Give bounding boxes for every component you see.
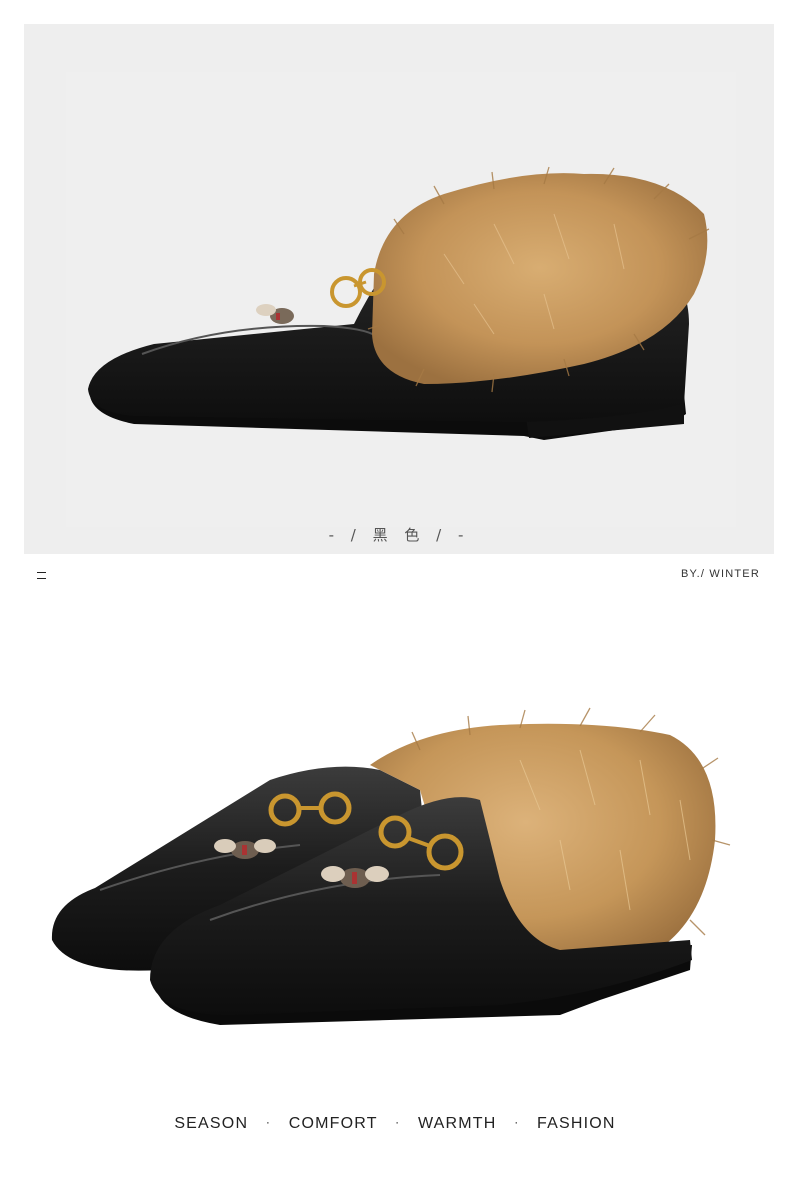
loafer-side-image [88, 166, 710, 440]
loafer-pair-image [51, 707, 731, 1025]
tagline-comfort: COMFORT [288, 1115, 378, 1132]
separator-dot: · [395, 1115, 401, 1129]
tagline: SEASON · COMFORT · WARMTH · FASHION [0, 1115, 790, 1133]
tagline-fashion: FASHION [537, 1115, 616, 1132]
top-product-panel: - / 黑 色 / - [24, 24, 774, 554]
by-winter-label: BY./ WINTER [680, 568, 760, 580]
tagline-warmth: WARMTH [417, 1115, 497, 1132]
color-caption: - / 黑 色 / - [328, 526, 470, 544]
separator-dot: · [514, 1115, 520, 1129]
double-dash-icon [37, 571, 46, 580]
bee-patch [256, 304, 294, 324]
separator-dot: · [265, 1115, 272, 1129]
tagline-season: SEASON [174, 1115, 249, 1132]
